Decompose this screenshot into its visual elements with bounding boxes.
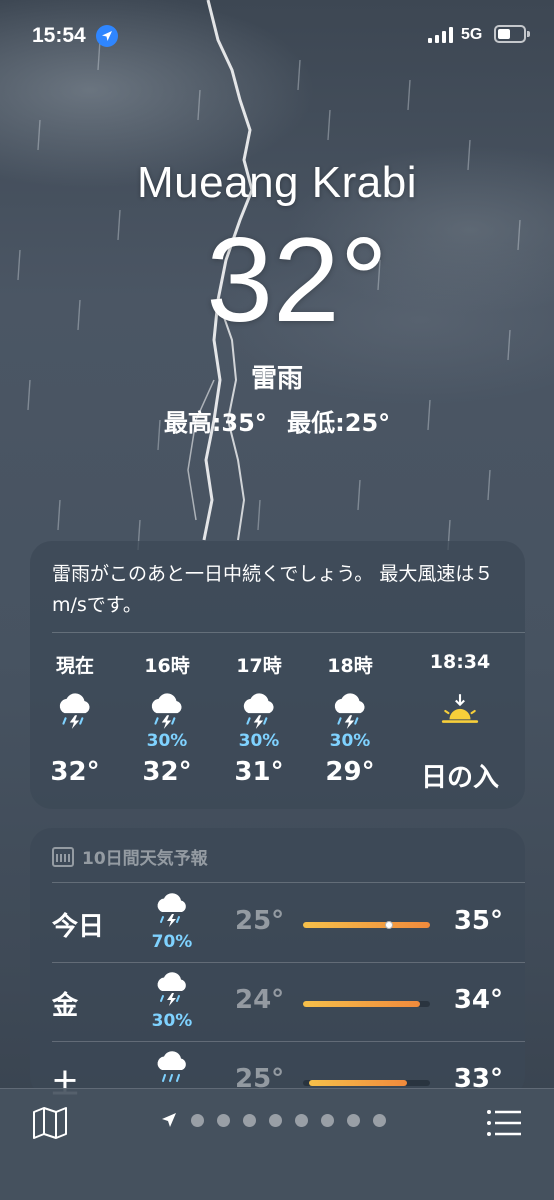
network-type: 5G bbox=[461, 26, 483, 43]
low-temperature: 最低:25° bbox=[287, 409, 391, 437]
page-dot[interactable] bbox=[295, 1113, 308, 1127]
thunderstorm-icon bbox=[305, 685, 395, 737]
page-dot[interactable] bbox=[373, 1113, 386, 1127]
temperature-range-fill bbox=[303, 1001, 420, 1007]
current-condition: 雷雨 bbox=[250, 364, 303, 394]
daily-forecast-card[interactable]: 10日間天気予報 今日 70% 25° 35° 金 30% 24° 34° 土 bbox=[30, 828, 525, 1098]
hour-temperature: 32° bbox=[50, 757, 100, 787]
hourly-item: 現在 32° bbox=[30, 651, 120, 787]
hour-label: 18時 bbox=[327, 655, 373, 677]
page-dot[interactable] bbox=[217, 1113, 230, 1127]
daily-forecast-title: 10日間天気予報 bbox=[82, 849, 208, 869]
page-dot[interactable] bbox=[191, 1113, 204, 1127]
hour-label: 16時 bbox=[144, 655, 190, 677]
temperature-range-bar bbox=[303, 1001, 430, 1007]
low-temperature: 25° bbox=[235, 906, 285, 936]
high-temperature: 35° bbox=[453, 906, 503, 936]
page-dot[interactable] bbox=[347, 1113, 360, 1127]
location-services-icon bbox=[96, 25, 118, 47]
temperature-range-bar bbox=[303, 1080, 430, 1086]
hour-label: 現在 bbox=[55, 655, 94, 677]
rain-icon bbox=[150, 1048, 194, 1088]
temperature-range-fill bbox=[309, 1080, 408, 1086]
bottom-toolbar bbox=[0, 1088, 554, 1200]
precipitation-chance: 30% bbox=[146, 731, 188, 751]
sunset-icon bbox=[415, 685, 505, 737]
thunderstorm-icon bbox=[122, 685, 212, 737]
hour-temperature: 日の入 bbox=[420, 763, 499, 793]
thunderstorm-icon bbox=[150, 890, 194, 930]
hourly-item: 18時 30% 29° bbox=[305, 651, 395, 787]
daily-forecast-header: 10日間天気予報 bbox=[52, 844, 208, 869]
status-bar: 15:54 5G bbox=[0, 0, 554, 70]
page-dot[interactable] bbox=[269, 1113, 282, 1127]
hour-label: 18:34 bbox=[429, 651, 491, 673]
page-dot[interactable] bbox=[321, 1113, 334, 1127]
low-temperature: 24° bbox=[235, 985, 285, 1015]
hour-temperature: 29° bbox=[325, 757, 375, 787]
daily-row[interactable]: 金 30% 24° 34° bbox=[30, 963, 525, 1041]
precipitation-chance: 30% bbox=[329, 731, 371, 751]
city-name: Mueang Krabi bbox=[137, 158, 417, 207]
forecast-summary: 雷雨がこのあと一日中続くでしょう。 最大風速は５m/sです。 bbox=[52, 563, 494, 616]
map-icon[interactable] bbox=[32, 1107, 68, 1139]
page-dot[interactable] bbox=[243, 1113, 256, 1127]
daily-row[interactable]: 今日 70% 25° 35° bbox=[30, 884, 525, 962]
thunderstorm-icon bbox=[30, 685, 120, 737]
high-low-temperature: 最高:35° 最低:25° bbox=[0, 403, 554, 438]
thunderstorm-icon bbox=[150, 969, 194, 1009]
status-time: 15:54 bbox=[32, 24, 86, 47]
hourly-item: 18:34 日の入 bbox=[415, 651, 505, 794]
calendar-icon bbox=[52, 846, 74, 867]
precipitation-chance: 30% bbox=[151, 1011, 193, 1031]
day-name: 金 bbox=[52, 991, 79, 1021]
temperature-range-bar bbox=[303, 921, 430, 929]
precipitation-chance bbox=[415, 731, 505, 753]
battery-icon bbox=[494, 25, 530, 43]
hour-temperature: 31° bbox=[234, 757, 284, 787]
divider bbox=[52, 882, 525, 883]
precipitation-chance bbox=[30, 731, 120, 753]
hour-temperature: 32° bbox=[142, 757, 192, 787]
thunderstorm-icon bbox=[214, 685, 304, 737]
hourly-item: 17時 30% 31° bbox=[214, 651, 304, 787]
day-name: 今日 bbox=[52, 912, 105, 942]
divider bbox=[52, 632, 525, 633]
precipitation-chance: 70% bbox=[151, 932, 193, 952]
current-temperature: 32° bbox=[206, 213, 388, 347]
precipitation-chance: 30% bbox=[238, 731, 280, 751]
location-arrow-icon[interactable] bbox=[160, 1111, 178, 1129]
hourly-item: 16時 30% 32° bbox=[122, 651, 212, 787]
high-temperature: 最高:35° bbox=[163, 409, 267, 437]
high-temperature: 34° bbox=[453, 985, 503, 1015]
temperature-range-fill bbox=[303, 922, 430, 928]
list-icon[interactable] bbox=[486, 1109, 522, 1137]
hourly-forecast-card[interactable]: 雷雨がこのあと一日中続くでしょう。 最大風速は５m/sです。 現在 32° 16… bbox=[30, 541, 525, 809]
cellular-signal-icon bbox=[428, 27, 453, 43]
page-indicator[interactable] bbox=[160, 1111, 386, 1129]
hour-label: 17時 bbox=[236, 655, 282, 677]
